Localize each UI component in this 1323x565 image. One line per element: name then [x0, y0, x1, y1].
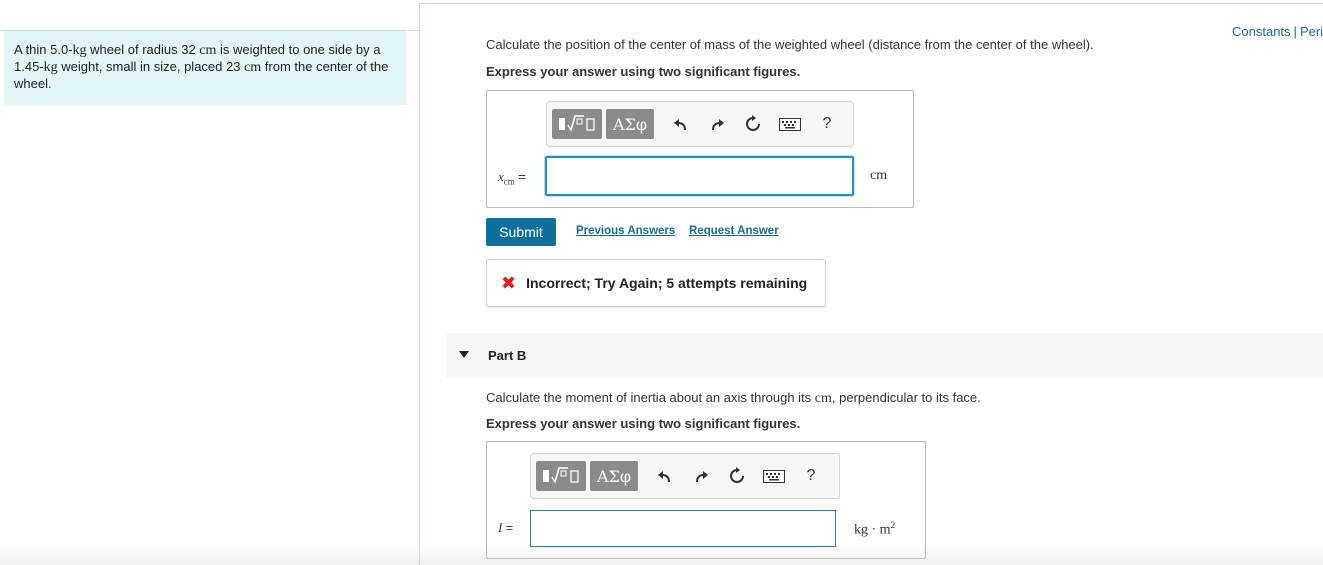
top-rule	[420, 3, 1323, 4]
previous-answers-link[interactable]: Previous Answers	[576, 225, 675, 237]
unit-cm: cm	[814, 391, 832, 406]
help-icon[interactable]: ?	[816, 113, 838, 135]
unit-text: kg · m	[854, 522, 891, 538]
reset-icon[interactable]	[726, 465, 748, 487]
part-a-answer-input[interactable]	[545, 156, 854, 196]
reset-icon[interactable]	[742, 113, 764, 135]
keyboard-icon[interactable]	[762, 465, 786, 487]
part-b-answer-input[interactable]	[530, 510, 836, 547]
part-b-label[interactable]: Part B	[488, 348, 526, 363]
templates-icon[interactable]	[552, 109, 602, 139]
link-separator: |	[1293, 24, 1297, 39]
submit-button[interactable]: Submit	[486, 218, 556, 246]
greek-icon[interactable]: ΑΣφ	[590, 461, 638, 491]
problem-text-2: wheel of radius 32	[86, 42, 200, 57]
part-b-question-text-1: Calculate the moment of inertia about an…	[486, 390, 815, 405]
constants-link[interactable]: Constants	[1232, 24, 1291, 39]
keyboard-icon[interactable]	[778, 113, 802, 135]
unit-exponent: 2	[890, 520, 896, 530]
part-b-answer-box: ΑΣφ ? I = kg · m2	[486, 441, 926, 559]
part-a-instruction: Express your answer using two significan…	[486, 64, 801, 79]
problem-statement: A thin 5.0-kg wheel of radius 32 cm is w…	[4, 31, 406, 105]
undo-icon[interactable]	[670, 113, 692, 135]
part-b-variable: I =	[498, 520, 513, 536]
unit-cm: cm	[199, 43, 217, 58]
request-answer-link[interactable]: Request Answer	[689, 225, 779, 237]
help-icon[interactable]: ?	[800, 465, 822, 487]
reference-links: Constants|Periodic Table	[1232, 24, 1323, 39]
equals-sign: =	[518, 169, 526, 184]
part-b-question: Calculate the moment of inertia about an…	[486, 390, 981, 407]
unit-cm: cm	[244, 60, 262, 75]
unit-kg: kg	[43, 60, 58, 75]
collapse-arrow-icon[interactable]	[459, 351, 469, 358]
error-icon: ✖	[501, 273, 517, 293]
problem-text-4: weight, small in size, placed 23	[57, 59, 245, 74]
part-a-answer-box: ΑΣφ ? xcm = cm	[486, 90, 914, 208]
feedback-message: ✖ Incorrect; Try Again; 5 attempts remai…	[486, 259, 826, 307]
undo-icon[interactable]	[654, 465, 676, 487]
problem-text-1: A thin 5.0-	[14, 42, 73, 57]
periodic-table-link[interactable]: Periodic Table	[1300, 24, 1323, 39]
unit-kg: kg	[72, 43, 87, 58]
part-a-question: Calculate the position of the center of …	[486, 33, 1126, 53]
part-b-header[interactable]	[446, 333, 1323, 378]
equals-sign: =	[505, 520, 514, 535]
part-a-question-text: Calculate the position of the center of …	[486, 37, 1094, 52]
feedback-text: Incorrect; Try Again; 5 attempts remaini…	[526, 275, 808, 291]
greek-icon[interactable]: ΑΣφ	[606, 109, 654, 139]
panel-divider	[419, 3, 420, 565]
var-symbol: I	[498, 520, 503, 535]
part-b-unit: kg · m2	[854, 520, 895, 539]
part-a-variable: xcm =	[498, 169, 526, 187]
templates-icon[interactable]	[536, 461, 586, 491]
part-a-math-toolbar: ΑΣφ ?	[546, 101, 854, 147]
part-b-math-toolbar: ΑΣφ ?	[530, 453, 840, 499]
var-subscript: cm	[503, 176, 515, 187]
part-b-question-text-2: , perpendicular to its face.	[831, 390, 981, 405]
part-b-instruction: Express your answer using two significan…	[486, 416, 801, 431]
redo-icon[interactable]	[690, 465, 712, 487]
part-a-unit: cm	[870, 168, 888, 183]
redo-icon[interactable]	[706, 113, 728, 135]
